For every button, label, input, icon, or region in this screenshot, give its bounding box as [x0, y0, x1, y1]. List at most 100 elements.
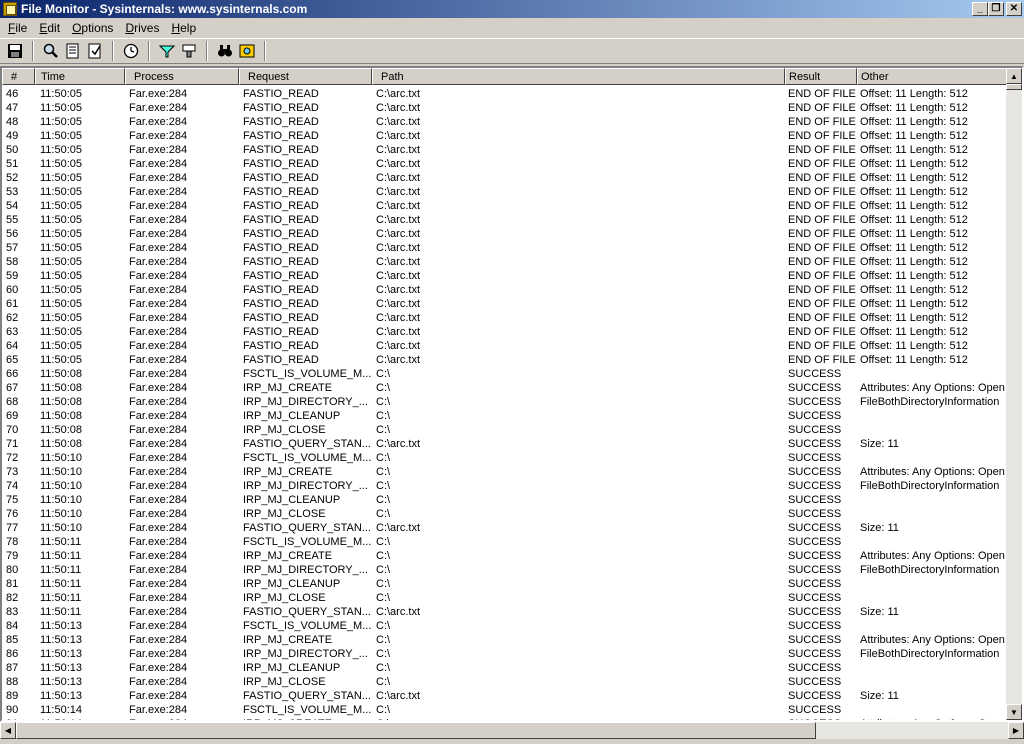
time-format-button[interactable]	[120, 40, 142, 62]
cell-result: SUCCESS	[788, 452, 842, 464]
table-row[interactable]: 80 11:50:11 Far.exe:284 IRP_MJ_DIRECTORY_..…	[2, 563, 1008, 577]
table-row[interactable]: 71 11:50:08 Far.exe:284 FASTIO_QUERY_STAN..…	[2, 437, 1008, 451]
table-row[interactable]: 56 11:50:05 Far.exe:284 FASTIO_READ C:\arc.t…	[2, 227, 1008, 241]
event-list[interactable]: # Time Process Request Path Result Other…	[0, 66, 1024, 722]
table-row[interactable]: 60 11:50:05 Far.exe:284 FASTIO_READ C:\arc.t…	[2, 283, 1008, 297]
filter-button[interactable]	[156, 40, 178, 62]
column-header-request[interactable]: Request	[239, 68, 372, 85]
cell-request: FASTIO_READ	[243, 214, 319, 226]
table-row[interactable]: 86 11:50:13 Far.exe:284 IRP_MJ_DIRECTORY_..…	[2, 647, 1008, 661]
cell-result: END OF FILE	[788, 186, 856, 198]
table-row[interactable]: 68 11:50:08 Far.exe:284 IRP_MJ_DIRECTORY_..…	[2, 395, 1008, 409]
table-row[interactable]: 84 11:50:13 Far.exe:284 FSCTL_IS_VOLUME_M..…	[2, 619, 1008, 633]
table-row[interactable]: 90 11:50:14 Far.exe:284 FSCTL_IS_VOLUME_M..…	[2, 703, 1008, 717]
table-row[interactable]: 66 11:50:08 Far.exe:284 FSCTL_IS_VOLUME_M..…	[2, 367, 1008, 381]
table-row[interactable]: 74 11:50:10 Far.exe:284 IRP_MJ_DIRECTORY_..…	[2, 479, 1008, 493]
scroll-left-button[interactable]: ◀	[0, 722, 16, 739]
table-row[interactable]: 83 11:50:11 Far.exe:284 FASTIO_QUERY_STAN..…	[2, 605, 1008, 619]
table-row[interactable]: 52 11:50:05 Far.exe:284 FASTIO_READ C:\arc.t…	[2, 171, 1008, 185]
table-row[interactable]: 73 11:50:10 Far.exe:284 IRP_MJ_CREATE C:\ SUC…	[2, 465, 1008, 479]
minimize-button[interactable]: _	[972, 2, 988, 16]
column-header-result[interactable]: Result	[785, 68, 857, 85]
table-row[interactable]: 81 11:50:11 Far.exe:284 IRP_MJ_CLEANUP C:\ SU…	[2, 577, 1008, 591]
table-row[interactable]: 63 11:50:05 Far.exe:284 FASTIO_READ C:\arc.t…	[2, 325, 1008, 339]
cell-result: END OF FILE	[788, 242, 856, 254]
menu-item-drives[interactable]: Drives	[119, 19, 165, 37]
table-row[interactable]: 48 11:50:05 Far.exe:284 FASTIO_READ C:\arc.t…	[2, 115, 1008, 129]
table-row[interactable]: 53 11:50:05 Far.exe:284 FASTIO_READ C:\arc.t…	[2, 185, 1008, 199]
table-row[interactable]: 87 11:50:13 Far.exe:284 IRP_MJ_CLEANUP C:\ SU…	[2, 661, 1008, 675]
table-row[interactable]: 50 11:50:05 Far.exe:284 FASTIO_READ C:\arc.t…	[2, 143, 1008, 157]
horizontal-scrollbar[interactable]: ◀ ▶	[0, 722, 1024, 739]
cell-process: Far.exe:284	[129, 578, 188, 590]
horizontal-scroll-thumb[interactable]	[16, 722, 816, 739]
explorer-jump-button[interactable]	[236, 40, 258, 62]
table-row[interactable]: 76 11:50:10 Far.exe:284 IRP_MJ_CLOSE C:\ SUCC…	[2, 507, 1008, 521]
filemon-app-icon[interactable]	[3, 2, 17, 16]
table-row[interactable]: 89 11:50:13 Far.exe:284 FASTIO_QUERY_STAN..…	[2, 689, 1008, 703]
cell-process: Far.exe:284	[129, 130, 188, 142]
table-row[interactable]: 85 11:50:13 Far.exe:284 IRP_MJ_CREATE C:\ SUC…	[2, 633, 1008, 647]
column-header-path[interactable]: Path	[372, 68, 785, 85]
menu-item-options[interactable]: Options	[66, 19, 119, 37]
cell-other: Offset: 11 Length: 512	[860, 172, 968, 184]
maximize-button[interactable]: ❐	[988, 2, 1004, 16]
table-row[interactable]: 82 11:50:11 Far.exe:284 IRP_MJ_CLOSE C:\ SUCC…	[2, 591, 1008, 605]
scroll-up-button[interactable]: ▲	[1006, 68, 1022, 84]
table-row[interactable]: 70 11:50:08 Far.exe:284 IRP_MJ_CLOSE C:\ SUCC…	[2, 423, 1008, 437]
table-row[interactable]: 58 11:50:05 Far.exe:284 FASTIO_READ C:\arc.t…	[2, 255, 1008, 269]
scroll-down-button[interactable]: ▼	[1006, 704, 1022, 720]
table-row[interactable]: 69 11:50:08 Far.exe:284 IRP_MJ_CLEANUP C:\ SU…	[2, 409, 1008, 423]
vertical-scrollbar[interactable]: ▲ ▼	[1006, 68, 1022, 720]
table-row[interactable]: 64 11:50:05 Far.exe:284 FASTIO_READ C:\arc.t…	[2, 339, 1008, 353]
table-row[interactable]: 47 11:50:05 Far.exe:284 FASTIO_READ C:\arc.t…	[2, 101, 1008, 115]
table-row[interactable]: 75 11:50:10 Far.exe:284 IRP_MJ_CLEANUP C:\ SU…	[2, 493, 1008, 507]
table-row[interactable]: 79 11:50:11 Far.exe:284 IRP_MJ_CREATE C:\ SUC…	[2, 549, 1008, 563]
close-button[interactable]: ✕	[1006, 2, 1022, 16]
table-row[interactable]: 51 11:50:05 Far.exe:284 FASTIO_READ C:\arc.t…	[2, 157, 1008, 171]
menu-item-file[interactable]: File	[2, 19, 33, 37]
table-row[interactable]: 77 11:50:10 Far.exe:284 FASTIO_QUERY_STAN..…	[2, 521, 1008, 535]
highlight-button[interactable]	[178, 40, 200, 62]
table-row[interactable]: 65 11:50:05 Far.exe:284 FASTIO_READ C:\arc.t…	[2, 353, 1008, 367]
vertical-scroll-thumb[interactable]	[1006, 84, 1022, 90]
restore-icon: ❐	[991, 3, 1001, 14]
menu-item-edit[interactable]: Edit	[33, 19, 66, 37]
table-row[interactable]: 67 11:50:08 Far.exe:284 IRP_MJ_CREATE C:\ SUC…	[2, 381, 1008, 395]
cell-process: Far.exe:284	[129, 424, 188, 436]
save-button[interactable]	[4, 40, 26, 62]
capture-button[interactable]	[62, 40, 84, 62]
cell-process: Far.exe:284	[129, 326, 188, 338]
table-row[interactable]: 78 11:50:11 Far.exe:284 FSCTL_IS_VOLUME_M..…	[2, 535, 1008, 549]
table-row[interactable]: 62 11:50:05 Far.exe:284 FASTIO_READ C:\arc.t…	[2, 311, 1008, 325]
cell-request: FASTIO_READ	[243, 326, 319, 338]
title-bar[interactable]: File Monitor - Sysinternals: www.sysinte…	[0, 0, 1024, 18]
table-row[interactable]: 61 11:50:05 Far.exe:284 FASTIO_READ C:\arc.t…	[2, 297, 1008, 311]
table-row[interactable]: 57 11:50:05 Far.exe:284 FASTIO_READ C:\arc.t…	[2, 241, 1008, 255]
scroll-right-button[interactable]: ▶	[1008, 722, 1024, 739]
table-row[interactable]: 46 11:50:05 Far.exe:284 FASTIO_READ C:\arc.t…	[2, 87, 1008, 101]
table-row[interactable]: 72 11:50:10 Far.exe:284 FSCTL_IS_VOLUME_M..…	[2, 451, 1008, 465]
cell-other: Offset: 11 Length: 512	[860, 284, 968, 296]
column-header-other[interactable]: Other	[857, 68, 1008, 85]
column-header-time[interactable]: Time	[35, 68, 125, 85]
menu-item-help[interactable]: Help	[165, 19, 202, 37]
autoscroll-button[interactable]	[84, 40, 106, 62]
cell-process: Far.exe:284	[129, 550, 188, 562]
table-row[interactable]: 59 11:50:05 Far.exe:284 FASTIO_READ C:\arc.t…	[2, 269, 1008, 283]
find-text-button[interactable]	[214, 40, 236, 62]
menu-accelerator: D	[125, 21, 135, 35]
cell-number: 58	[6, 256, 19, 268]
table-row[interactable]: 54 11:50:05 Far.exe:284 FASTIO_READ C:\arc.t…	[2, 199, 1008, 213]
cell-request: FASTIO_READ	[243, 130, 319, 142]
column-header-number[interactable]: #	[2, 68, 35, 85]
table-row[interactable]: 88 11:50:13 Far.exe:284 IRP_MJ_CLOSE C:\ SUCC…	[2, 675, 1008, 689]
find-button[interactable]	[40, 40, 62, 62]
table-row[interactable]: 55 11:50:05 Far.exe:284 FASTIO_READ C:\arc.t…	[2, 213, 1008, 227]
cell-path: C:\	[376, 424, 391, 436]
table-row[interactable]: 49 11:50:05 Far.exe:284 FASTIO_READ C:\arc.t…	[2, 129, 1008, 143]
cell-number: 53	[6, 186, 19, 198]
column-header-process[interactable]: Process	[125, 68, 239, 85]
menu-label: rives	[134, 21, 160, 35]
cell-path: C:\arc.txt	[376, 242, 421, 254]
